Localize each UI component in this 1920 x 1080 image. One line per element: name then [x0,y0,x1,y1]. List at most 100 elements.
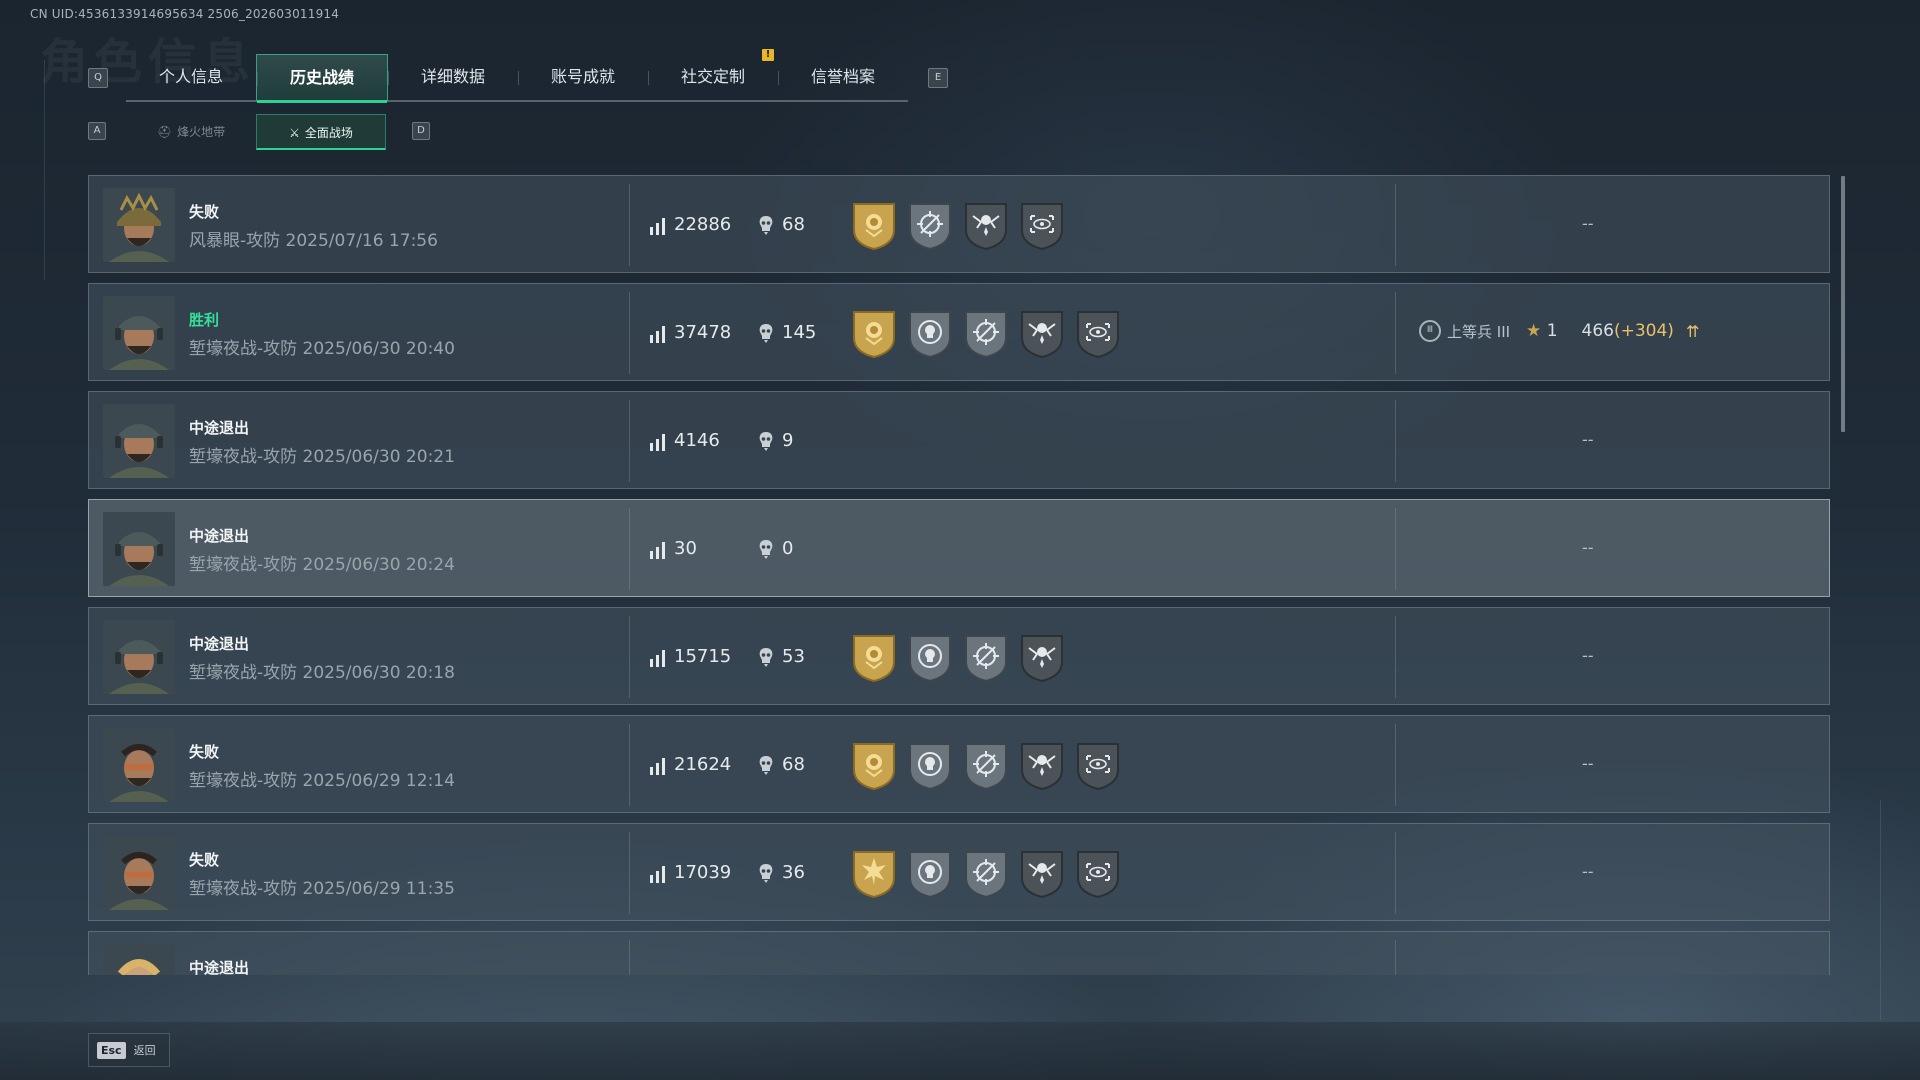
gold-rose-medal-icon[interactable] [851,740,897,790]
crosshair-medal-icon[interactable] [963,308,1009,358]
subtab-prev-key-hint[interactable]: A [88,122,106,140]
back-button[interactable]: Esc 返回 [88,1033,170,1067]
scope-eye-medal-icon[interactable] [1075,308,1121,358]
gold-rose-medal-icon[interactable] [851,308,897,358]
skull-wings-medal-icon[interactable] [1019,740,1065,790]
map-mode: 堑壕夜战-攻防 [189,879,298,899]
gold-rose-medal-icon[interactable] [851,632,897,682]
match-row[interactable]: 中途退出 堑壕夜战-攻防 2025/06/30 20:21 4146 9 -- [88,391,1830,489]
skull-target-medal-icon[interactable] [907,632,953,682]
tab-detailed-data[interactable]: 详细数据 [388,54,518,100]
tab-next-key-hint[interactable]: E [928,68,948,88]
match-history-list: 失败 风暴眼-攻防 2025/07/16 17:56 22886 68 -- 胜利 堑壕夜战… [88,175,1832,975]
operator-avatar [103,944,175,975]
kill-skull-icon [759,864,773,883]
match-result: 中途退出 [189,635,250,653]
score-bars-icon [650,542,665,559]
subtab-all-out-warfare[interactable]: ⚔ 全面战场 [256,114,386,150]
scope-eye-medal-icon[interactable] [1075,740,1121,790]
match-result: 中途退出 [189,419,250,437]
match-row[interactable]: 失败 风暴眼-攻防 2025/07/16 17:56 22886 68 -- [88,175,1830,273]
scope-eye-medal-icon[interactable] [1019,200,1065,250]
rank-empty: -- [1582,646,1594,665]
rank-up-chevron-icon: ⇈ [1685,321,1700,341]
match-meta: 堑壕夜战-攻防 2025/06/30 20:18 [189,658,455,683]
subtab-hazard-zone[interactable]: ⛑ 烽火地带 [126,114,256,150]
match-row[interactable]: 胜利 堑壕夜战-攻防 2025/06/30 20:40 37478 145 Ⅲ 上等兵 I… [88,283,1830,381]
operator-avatar [103,620,175,694]
kill-skull-icon [759,540,773,559]
match-row[interactable]: 中途退出 [88,931,1830,975]
tab-match-history[interactable]: 历史战绩 [256,54,388,103]
gold-burst-medal-icon[interactable] [851,848,897,898]
kill-skull-icon [759,432,773,451]
column-divider [629,292,630,374]
column-divider [1395,940,1396,975]
skull-target-medal-icon[interactable] [907,740,953,790]
skull-wings-medal-icon[interactable] [1019,632,1065,682]
rank-xp-gain: (+304) [1613,321,1674,341]
gold-rose-medal-icon[interactable] [851,200,897,250]
rank-level: ★ 1 [1526,321,1557,341]
match-row[interactable]: 中途退出 堑壕夜战-攻防 2025/06/30 20:24 30 0 -- [88,499,1830,597]
match-result: 中途退出 [189,527,250,545]
tab-prev-key-hint[interactable]: Q [88,68,108,88]
skull-target-medal-icon[interactable] [907,848,953,898]
match-kills: 0 [782,538,794,559]
match-kills: 53 [782,646,805,667]
crosshair-medal-icon[interactable] [907,200,953,250]
subtab-next-key-hint[interactable]: D [412,122,430,140]
match-row[interactable]: 中途退出 堑壕夜战-攻防 2025/06/30 20:18 15715 53 -- [88,607,1830,705]
match-row[interactable]: 失败 堑壕夜战-攻防 2025/06/29 12:14 21624 68 -- [88,715,1830,813]
tab-credit-profile[interactable]: 信誉档案 [778,54,908,100]
crosshair-medal-icon[interactable] [963,632,1009,682]
rank-empty: -- [1582,430,1594,449]
skull-target-medal-icon[interactable] [907,308,953,358]
rank-xp: 466(+304) [1582,321,1674,341]
subtab-label: 烽火地带 [177,125,226,139]
rank-title: 上等兵 III [1447,322,1511,341]
column-divider [1395,184,1396,266]
tab-personal-info[interactable]: 个人信息 [126,54,256,100]
map-mode: 堑壕夜战-攻防 [189,663,298,683]
crosshair-medal-icon[interactable] [963,848,1009,898]
match-datetime: 2025/06/30 20:40 [302,339,455,359]
tab-achievements[interactable]: 账号成就 [518,54,648,100]
scope-eye-medal-icon[interactable] [1075,848,1121,898]
skull-wings-medal-icon[interactable] [963,200,1009,250]
match-meta: 风暴眼-攻防 2025/07/16 17:56 [189,226,438,251]
match-kills: 68 [782,214,805,235]
operator-avatar [103,188,175,262]
match-meta: 堑壕夜战-攻防 2025/06/30 20:40 [189,334,455,359]
notice-badge: ! [762,49,774,61]
match-meta: 堑壕夜战-攻防 2025/06/29 12:14 [189,766,455,791]
match-datetime: 2025/06/30 20:24 [302,555,455,575]
column-divider [1395,400,1396,482]
helmet-icon: ⛑ [156,125,173,139]
match-score: 22886 [674,214,732,235]
rank-empty: -- [1582,862,1594,881]
list-scrollbar[interactable] [1841,176,1845,432]
match-result: 中途退出 [189,959,250,975]
operator-avatar [103,404,175,478]
crossed-rifles-icon: ⚔ [289,126,300,140]
crosshair-medal-icon[interactable] [963,740,1009,790]
match-score: 30 [674,538,697,559]
match-row[interactable]: 失败 堑壕夜战-攻防 2025/06/29 11:35 17039 36 -- [88,823,1830,921]
column-divider [629,400,630,482]
column-divider [1395,292,1396,374]
footer-bar [0,1022,1920,1080]
kill-skull-icon [759,756,773,775]
match-kills: 9 [782,430,794,451]
operator-avatar [103,836,175,910]
decor-line [44,60,45,280]
tab-social-custom[interactable]: 社交定制 [648,54,778,100]
main-tab-bar: 个人信息 历史战绩 详细数据 账号成就 社交定制 信誉档案 [126,54,908,103]
skull-wings-medal-icon[interactable] [1019,848,1065,898]
column-divider [1395,832,1396,914]
skull-wings-medal-icon[interactable] [1019,308,1065,358]
column-divider [1395,508,1396,590]
match-score: 21624 [674,754,732,775]
match-datetime: 2025/06/29 11:35 [302,879,455,899]
match-score: 4146 [674,430,720,451]
